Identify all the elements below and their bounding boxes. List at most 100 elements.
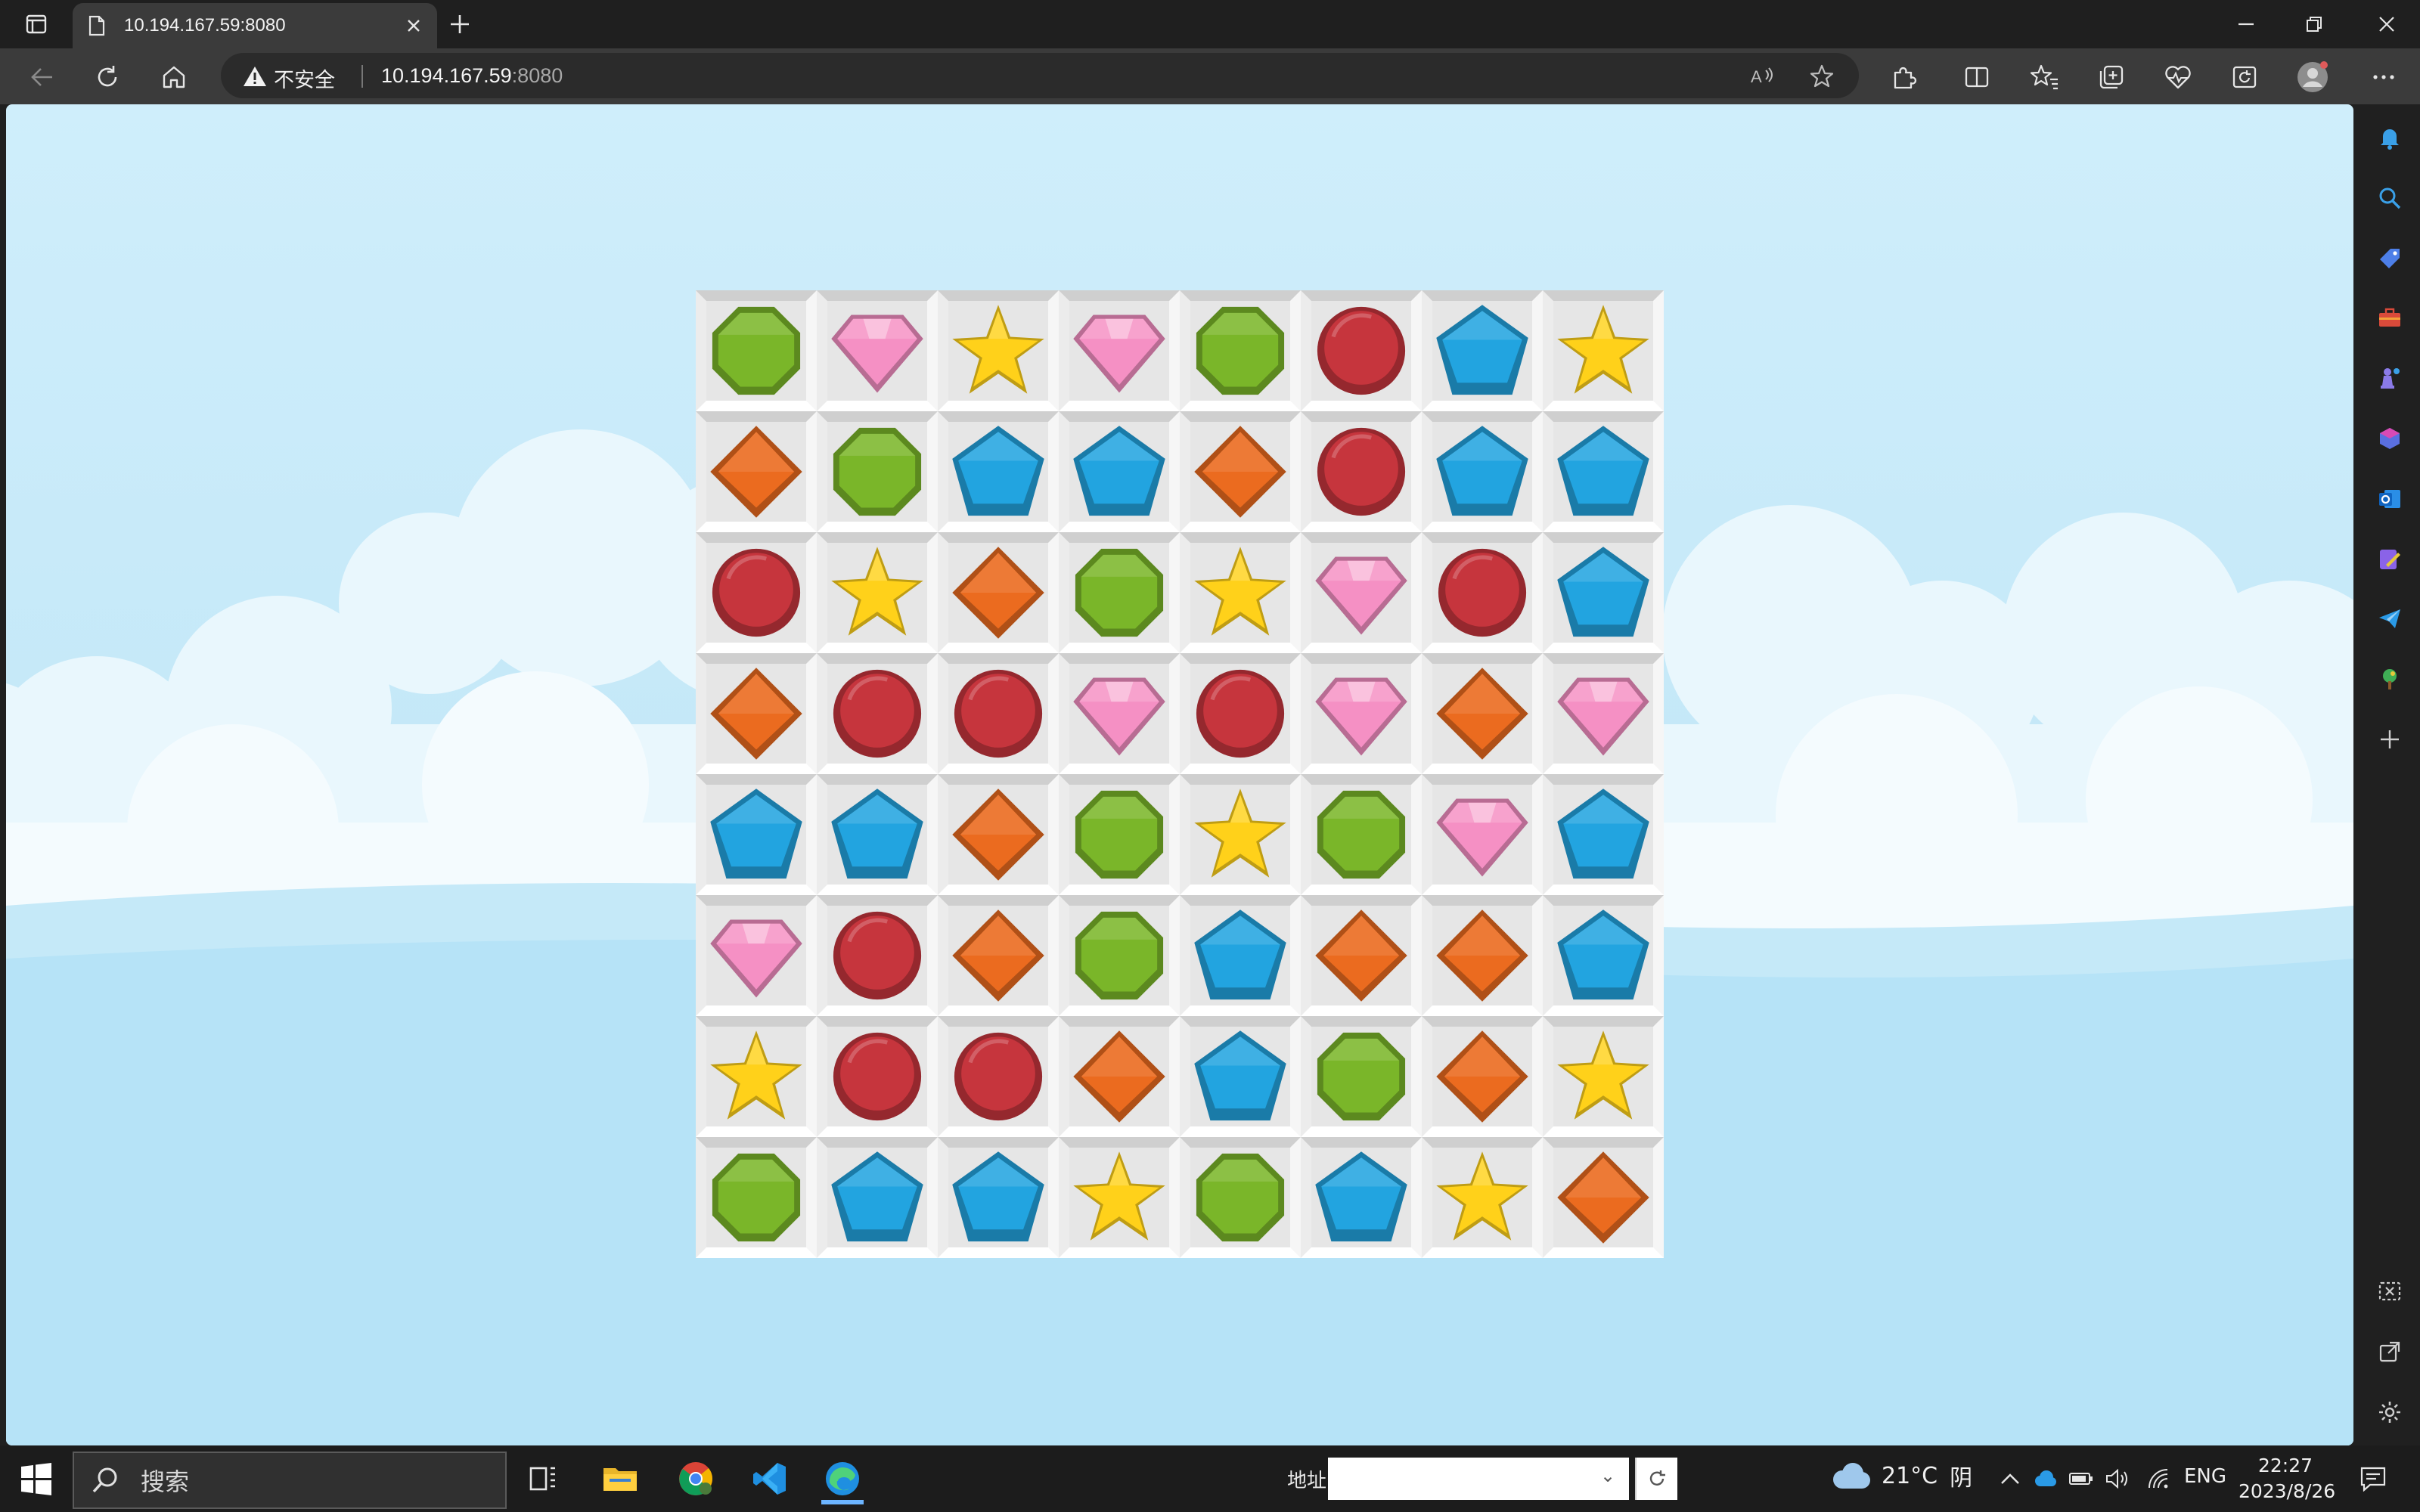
board-cell[interactable] — [1180, 532, 1301, 653]
board-cell[interactable] — [1059, 653, 1180, 774]
extensions-button[interactable] — [1886, 59, 1922, 95]
sidebar-search[interactable] — [2372, 180, 2408, 216]
board-cell[interactable] — [938, 290, 1059, 411]
board-cell[interactable] — [1059, 774, 1180, 895]
board-cell[interactable] — [1180, 895, 1301, 1016]
new-tab-button[interactable] — [445, 9, 475, 39]
board-cell[interactable] — [1422, 532, 1543, 653]
board-cell[interactable] — [1422, 290, 1543, 411]
board-cell[interactable] — [938, 1137, 1059, 1258]
close-tab-icon[interactable] — [405, 17, 422, 34]
chrome-app[interactable] — [670, 1453, 721, 1504]
board-cell[interactable] — [938, 411, 1059, 532]
board-cell[interactable] — [938, 895, 1059, 1016]
restore-button[interactable] — [2291, 6, 2337, 42]
board-cell[interactable] — [1543, 1137, 1664, 1258]
chevron-down-icon[interactable]: ⌄ — [1600, 1465, 1615, 1486]
refresh-button[interactable] — [89, 59, 126, 95]
board-cell[interactable] — [1301, 290, 1422, 411]
board-cell[interactable] — [1301, 774, 1422, 895]
board-cell[interactable] — [1059, 1016, 1180, 1137]
board-cell[interactable] — [1422, 1137, 1543, 1258]
battery-tray-icon[interactable] — [2068, 1465, 2095, 1492]
board-cell[interactable] — [938, 532, 1059, 653]
board-cell[interactable] — [1059, 532, 1180, 653]
board-cell[interactable] — [1301, 532, 1422, 653]
board-cell[interactable] — [1059, 411, 1180, 532]
board-cell[interactable] — [1301, 895, 1422, 1016]
sidebar-add[interactable] — [2372, 721, 2408, 758]
board-cell[interactable] — [696, 653, 817, 774]
board-cell[interactable] — [938, 774, 1059, 895]
board-cell[interactable] — [696, 895, 817, 1016]
board-cell[interactable] — [1543, 411, 1664, 532]
split-screen-button[interactable] — [1959, 59, 1995, 95]
vscode-app[interactable] — [744, 1453, 796, 1504]
address-toolbar-go-button[interactable] — [1635, 1458, 1677, 1500]
read-aloud-button[interactable]: A — [1750, 64, 1776, 89]
board-cell[interactable] — [1180, 290, 1301, 411]
collections-button[interactable] — [2093, 59, 2130, 95]
close-window-button[interactable] — [2364, 6, 2409, 42]
file-explorer-app[interactable] — [594, 1453, 646, 1504]
favorite-button[interactable] — [1809, 64, 1835, 89]
board-cell[interactable] — [1059, 895, 1180, 1016]
board-cell[interactable] — [1301, 1137, 1422, 1258]
board-cell[interactable] — [1543, 532, 1664, 653]
board-cell[interactable] — [817, 1016, 938, 1137]
sidebar-drop[interactable] — [2372, 600, 2408, 637]
taskbar-search[interactable]: 搜索 — [73, 1452, 507, 1509]
board-cell[interactable] — [1059, 290, 1180, 411]
network-tray-icon[interactable] — [2145, 1465, 2172, 1492]
sidebar-designer[interactable] — [2372, 541, 2408, 578]
board-cell[interactable] — [696, 532, 817, 653]
sidebar-settings[interactable] — [2372, 1394, 2408, 1430]
game-board[interactable] — [696, 290, 1664, 1258]
board-cell[interactable] — [938, 653, 1059, 774]
profile-button[interactable] — [2294, 59, 2331, 95]
sidebar-shopping[interactable] — [2372, 240, 2408, 277]
board-cell[interactable] — [817, 532, 938, 653]
sidebar-tree[interactable] — [2372, 661, 2408, 697]
url-text[interactable]: 10.194.167.59:8080 — [381, 64, 563, 88]
board-cell[interactable] — [696, 774, 817, 895]
clock[interactable]: 22:27 2023/8/26 — [2238, 1453, 2335, 1504]
favorites-button[interactable] — [2027, 59, 2063, 95]
start-button[interactable] — [17, 1459, 56, 1498]
board-cell[interactable] — [1180, 774, 1301, 895]
sidebar-screenshot[interactable] — [2372, 1273, 2408, 1309]
board-cell[interactable] — [1422, 1016, 1543, 1137]
board-cell[interactable] — [1543, 774, 1664, 895]
board-cell[interactable] — [1180, 653, 1301, 774]
sidebar-outlook[interactable] — [2372, 481, 2408, 517]
board-cell[interactable] — [1543, 1016, 1664, 1137]
board-cell[interactable] — [938, 1016, 1059, 1137]
home-button[interactable] — [156, 59, 192, 95]
board-cell[interactable] — [1422, 653, 1543, 774]
edge-app[interactable] — [817, 1453, 868, 1504]
browser-essentials-button[interactable] — [2160, 59, 2196, 95]
performance-button[interactable] — [2226, 59, 2263, 95]
back-button[interactable] — [24, 59, 60, 95]
minimize-button[interactable] — [2223, 6, 2269, 42]
tab-actions-button[interactable] — [15, 9, 57, 39]
task-view-button[interactable] — [517, 1453, 569, 1504]
onedrive-tray-icon[interactable] — [2031, 1465, 2059, 1492]
board-cell[interactable] — [817, 653, 938, 774]
board-cell[interactable] — [817, 895, 938, 1016]
sidebar-notifications[interactable] — [2372, 119, 2408, 156]
board-cell[interactable] — [1059, 1137, 1180, 1258]
board-cell[interactable] — [1301, 653, 1422, 774]
board-cell[interactable] — [817, 290, 938, 411]
sidebar-open-external[interactable] — [2372, 1334, 2408, 1370]
board-cell[interactable] — [1422, 895, 1543, 1016]
board-cell[interactable] — [1422, 411, 1543, 532]
board-cell[interactable] — [696, 1137, 817, 1258]
board-cell[interactable] — [696, 290, 817, 411]
board-cell[interactable] — [817, 411, 938, 532]
board-cell[interactable] — [1543, 653, 1664, 774]
board-cell[interactable] — [817, 1137, 938, 1258]
board-cell[interactable] — [1180, 1137, 1301, 1258]
show-hidden-icons-button[interactable] — [1996, 1465, 2024, 1492]
address-toolbar-input[interactable] — [1328, 1458, 1629, 1500]
